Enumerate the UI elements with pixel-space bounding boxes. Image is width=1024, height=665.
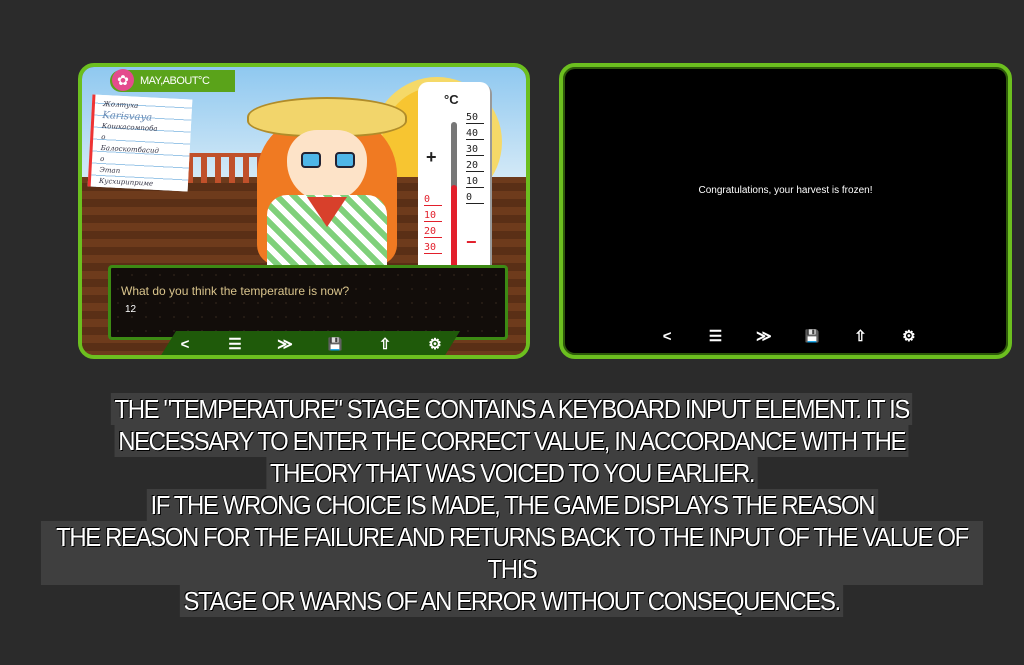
temperature-input[interactable] <box>121 302 339 316</box>
tick-label: 10 <box>424 210 442 222</box>
save-icon[interactable]: 💾 <box>797 329 827 343</box>
caption-line: STAGE OR WARNS OF AN ERROR WITHOUT CONSE… <box>180 585 844 617</box>
game-screen-result: Congratulations, your harvest is frozen!… <box>559 63 1012 359</box>
celsius-label: °C <box>444 92 459 107</box>
tick-label: 30 <box>424 242 442 254</box>
caption-line: THE "TEMPERATURE" STAGE CONTAINS A KEYBO… <box>111 393 913 425</box>
game-screen-temperature: Жолтуха Karisvaya Кошкасомпоба о Балоско… <box>78 63 530 359</box>
description-caption: THE "TEMPERATURE" STAGE CONTAINS A KEYBO… <box>0 393 1024 617</box>
thermometer-fill <box>451 185 457 272</box>
tick-label: 40 <box>466 128 484 140</box>
flower-icon: ✿ <box>112 69 134 91</box>
load-icon[interactable]: ⇧ <box>370 335 400 353</box>
settings-icon[interactable]: ⚙ <box>420 335 450 353</box>
tick-label: 20 <box>424 226 442 238</box>
eye-left <box>301 152 321 168</box>
eye-right <box>335 152 355 168</box>
caption-line: THE REASON FOR THE FAILURE AND RETURNS B… <box>40 521 984 585</box>
dialog-box: What do you think the temperature is now… <box>108 265 508 340</box>
character-sprite <box>247 85 407 275</box>
load-icon[interactable]: ⇧ <box>845 327 875 345</box>
history-icon[interactable]: ☰ <box>220 335 250 353</box>
notepad: Жолтуха Karisvaya Кошкасомпоба о Балоско… <box>87 94 193 192</box>
tick-label: 50 <box>466 112 484 124</box>
tick-label: 30 <box>466 144 484 156</box>
tick-label: 20 <box>466 160 484 172</box>
result-message: Congratulations, your harvest is frozen! <box>698 185 873 196</box>
back-icon[interactable]: < <box>652 328 682 345</box>
plus-sign: + <box>426 147 437 167</box>
quick-menu: < ☰ ≫ 💾 ⇧ ⚙ <box>160 331 460 357</box>
skip-icon[interactable]: ≫ <box>270 335 300 353</box>
skip-icon[interactable]: ≫ <box>749 327 779 345</box>
minus-sign: − <box>466 232 477 252</box>
caption-line: NECESSARY TO ENTER THE CORRECT VALUE, IN… <box>114 425 910 457</box>
tick-label: 0 <box>466 192 484 204</box>
quick-menu: < ☰ ≫ 💾 ⇧ ⚙ <box>643 323 933 349</box>
save-icon[interactable]: 💾 <box>320 337 350 351</box>
settings-icon[interactable]: ⚙ <box>894 327 924 345</box>
back-icon[interactable]: < <box>170 336 200 353</box>
dialog-prompt: What do you think the temperature is now… <box>121 284 350 298</box>
thermometer-tube <box>451 122 457 272</box>
tick-label: 10 <box>466 176 484 188</box>
caption-line: THEORY THAT WAS VOICED TO YOU EARLIER. <box>266 457 758 489</box>
caption-line: IF THE WRONG CHOICE IS MADE, THE GAME DI… <box>146 489 878 521</box>
tick-label: 0 <box>424 194 442 206</box>
history-icon[interactable]: ☰ <box>700 327 730 345</box>
thermometer: °C + − 50 40 30 20 10 0 0 10 20 30 <box>418 82 490 287</box>
